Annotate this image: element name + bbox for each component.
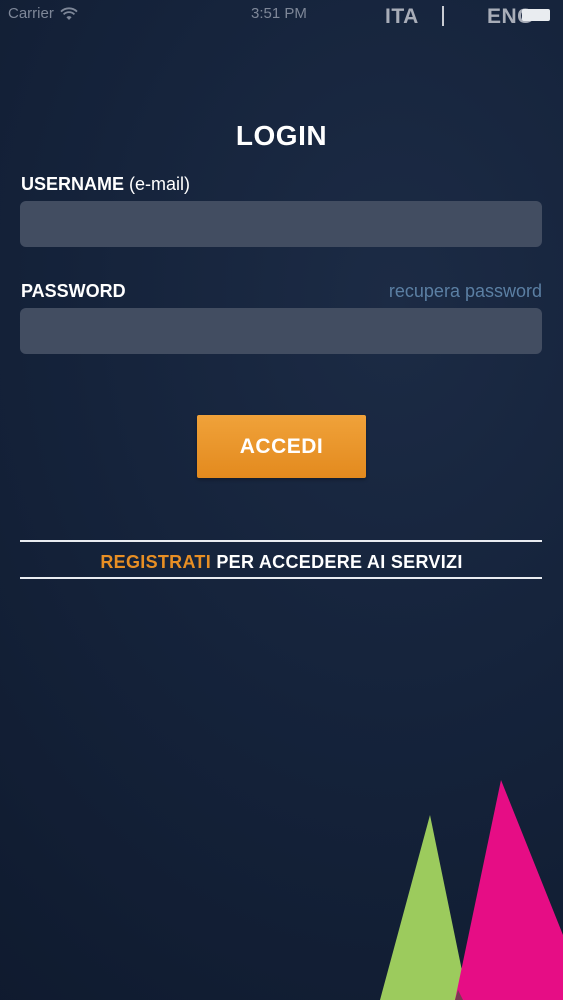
green-triangle (380, 815, 468, 1000)
page-title: LOGIN (235, 120, 328, 151)
register-text: PER ACCEDERE AI SERVIZI (216, 552, 463, 572)
register-link[interactable]: REGISTRATI (100, 552, 211, 572)
login-button[interactable]: ACCEDI (197, 415, 366, 478)
password-input[interactable] (20, 308, 542, 354)
recover-password-link[interactable]: recupera password (389, 281, 542, 302)
divider-bottom (20, 577, 542, 579)
triangle-overlap (455, 990, 463, 1000)
carrier-label: Carrier (8, 5, 54, 22)
battery-icon (522, 9, 550, 21)
magenta-triangle (455, 780, 563, 1000)
register-row: REGISTRATI PER ACCEDERE AI SERVIZI (0, 552, 563, 573)
wifi-icon (60, 6, 78, 20)
username-label-hint: (e-mail) (129, 174, 191, 194)
username-label-text: USERNAME (21, 174, 125, 194)
username-label: USERNAME (e-mail) (21, 174, 190, 195)
status-carrier: Carrier (8, 5, 78, 22)
username-input[interactable] (20, 201, 542, 247)
password-label: PASSWORD (21, 281, 126, 301)
language-italian-button[interactable]: ITA (385, 5, 419, 29)
status-time: 3:51 PM (251, 5, 307, 22)
divider-top (20, 540, 542, 542)
language-separator (442, 6, 444, 26)
